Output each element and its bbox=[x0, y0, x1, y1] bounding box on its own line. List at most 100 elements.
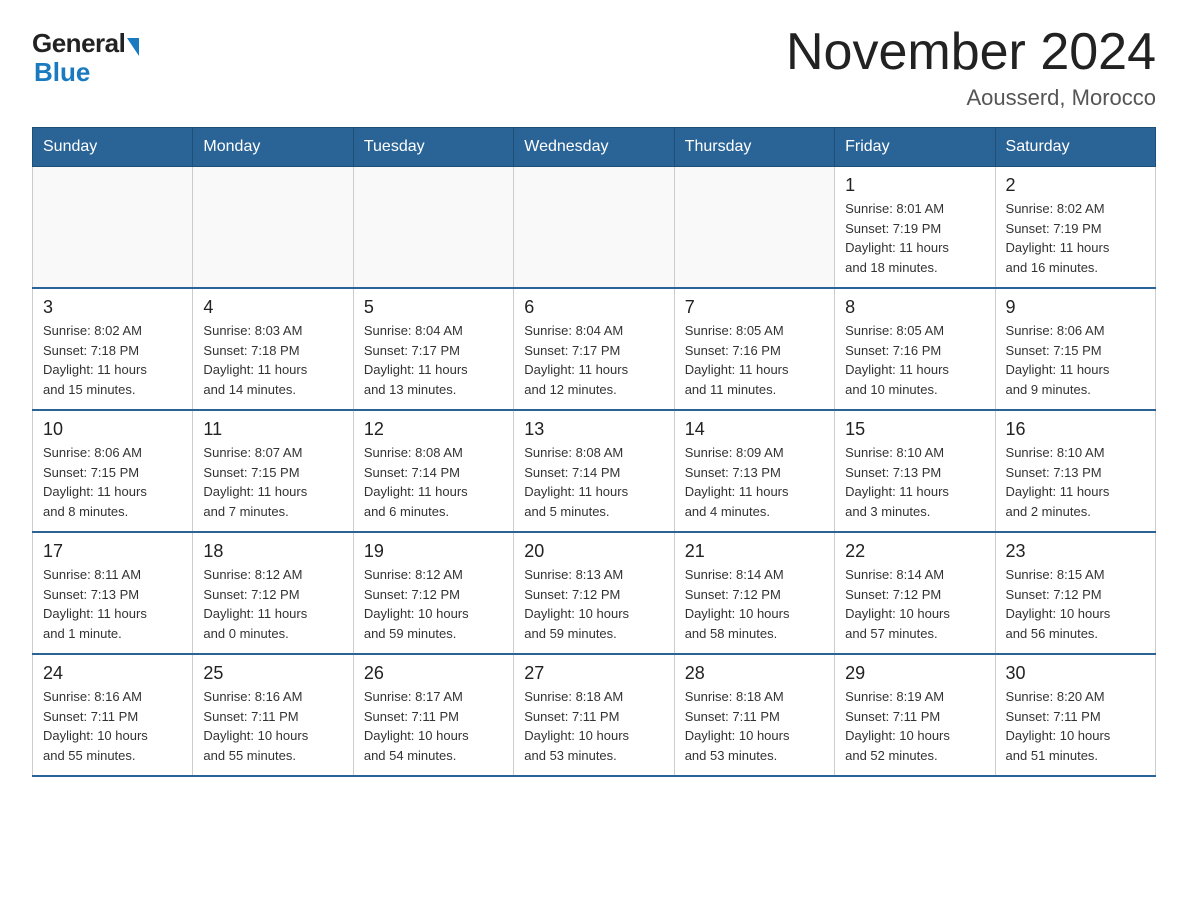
table-row: 29 Sunrise: 8:19 AMSunset: 7:11 PMDayligh… bbox=[835, 654, 995, 776]
day-info: Sunrise: 8:20 AMSunset: 7:11 PMDaylight:… bbox=[1006, 689, 1111, 763]
logo-general-text: General bbox=[32, 28, 125, 59]
day-number: 17 bbox=[43, 541, 182, 562]
day-number: 24 bbox=[43, 663, 182, 684]
table-row: 21 Sunrise: 8:14 AMSunset: 7:12 PMDayligh… bbox=[674, 532, 834, 654]
table-row: 24 Sunrise: 8:16 AMSunset: 7:11 PMDayligh… bbox=[33, 654, 193, 776]
day-info: Sunrise: 8:11 AMSunset: 7:13 PMDaylight:… bbox=[43, 567, 147, 641]
day-info: Sunrise: 8:08 AMSunset: 7:14 PMDaylight:… bbox=[364, 445, 468, 519]
day-number: 2 bbox=[1006, 175, 1145, 196]
table-row: 28Sunrise: 8:18 AMSunset: 7:11 PMDayligh… bbox=[674, 654, 834, 776]
logo-arrow-icon bbox=[127, 38, 139, 56]
table-row: 15 Sunrise: 8:10 AMSunset: 7:13 PMDayligh… bbox=[835, 410, 995, 532]
day-number: 22 bbox=[845, 541, 984, 562]
day-number: 10 bbox=[43, 419, 182, 440]
day-info: Sunrise: 8:06 AMSunset: 7:15 PMDaylight:… bbox=[1006, 323, 1110, 397]
title-block: November 2024 Aousserd, Morocco bbox=[786, 24, 1156, 111]
day-info: Sunrise: 8:10 AMSunset: 7:13 PMDaylight:… bbox=[845, 445, 949, 519]
table-row: 4Sunrise: 8:03 AMSunset: 7:18 PMDaylight… bbox=[193, 288, 353, 410]
day-number: 18 bbox=[203, 541, 342, 562]
day-number: 7 bbox=[685, 297, 824, 318]
day-info: Sunrise: 8:18 AMSunset: 7:11 PMDaylight:… bbox=[524, 689, 629, 763]
table-row bbox=[33, 167, 193, 289]
table-row: 6 Sunrise: 8:04 AMSunset: 7:17 PMDaylight… bbox=[514, 288, 674, 410]
day-number: 16 bbox=[1006, 419, 1145, 440]
col-tuesday: Tuesday bbox=[353, 128, 513, 167]
day-number: 15 bbox=[845, 419, 984, 440]
day-info: Sunrise: 8:14 AMSunset: 7:12 PMDaylight:… bbox=[685, 567, 790, 641]
day-info: Sunrise: 8:16 AMSunset: 7:11 PMDaylight:… bbox=[203, 689, 308, 763]
calendar-week-row: 17 Sunrise: 8:11 AMSunset: 7:13 PMDayligh… bbox=[33, 532, 1156, 654]
table-row: 30Sunrise: 8:20 AMSunset: 7:11 PMDayligh… bbox=[995, 654, 1155, 776]
day-info: Sunrise: 8:08 AMSunset: 7:14 PMDaylight:… bbox=[524, 445, 628, 519]
table-row: 8 Sunrise: 8:05 AMSunset: 7:16 PMDaylight… bbox=[835, 288, 995, 410]
day-number: 4 bbox=[203, 297, 342, 318]
day-info: Sunrise: 8:15 AMSunset: 7:12 PMDaylight:… bbox=[1006, 567, 1111, 641]
day-info: Sunrise: 8:09 AMSunset: 7:13 PMDaylight:… bbox=[685, 445, 789, 519]
col-wednesday: Wednesday bbox=[514, 128, 674, 167]
day-info: Sunrise: 8:07 AMSunset: 7:15 PMDaylight:… bbox=[203, 445, 307, 519]
table-row: 5 Sunrise: 8:04 AMSunset: 7:17 PMDaylight… bbox=[353, 288, 513, 410]
day-number: 1 bbox=[845, 175, 984, 196]
calendar-week-row: 3 Sunrise: 8:02 AMSunset: 7:18 PMDaylight… bbox=[33, 288, 1156, 410]
day-info: Sunrise: 8:10 AMSunset: 7:13 PMDaylight:… bbox=[1006, 445, 1110, 519]
day-info: Sunrise: 8:04 AMSunset: 7:17 PMDaylight:… bbox=[364, 323, 468, 397]
calendar-week-row: 24 Sunrise: 8:16 AMSunset: 7:11 PMDayligh… bbox=[33, 654, 1156, 776]
calendar-header-row: Sunday Monday Tuesday Wednesday Thursday… bbox=[33, 128, 1156, 167]
col-monday: Monday bbox=[193, 128, 353, 167]
logo-blue-text: Blue bbox=[34, 57, 90, 88]
day-info: Sunrise: 8:16 AMSunset: 7:11 PMDaylight:… bbox=[43, 689, 148, 763]
table-row: 27 Sunrise: 8:18 AMSunset: 7:11 PMDayligh… bbox=[514, 654, 674, 776]
day-info: Sunrise: 8:01 AMSunset: 7:19 PMDaylight:… bbox=[845, 201, 949, 275]
day-number: 3 bbox=[43, 297, 182, 318]
col-friday: Friday bbox=[835, 128, 995, 167]
day-info: Sunrise: 8:17 AMSunset: 7:11 PMDaylight:… bbox=[364, 689, 469, 763]
day-number: 19 bbox=[364, 541, 503, 562]
table-row: 9Sunrise: 8:06 AMSunset: 7:15 PMDaylight… bbox=[995, 288, 1155, 410]
day-number: 14 bbox=[685, 419, 824, 440]
day-number: 8 bbox=[845, 297, 984, 318]
col-thursday: Thursday bbox=[674, 128, 834, 167]
day-info: Sunrise: 8:19 AMSunset: 7:11 PMDaylight:… bbox=[845, 689, 950, 763]
day-info: Sunrise: 8:12 AMSunset: 7:12 PMDaylight:… bbox=[203, 567, 307, 641]
table-row: 2 Sunrise: 8:02 AMSunset: 7:19 PMDaylight… bbox=[995, 167, 1155, 289]
day-info: Sunrise: 8:14 AMSunset: 7:12 PMDaylight:… bbox=[845, 567, 950, 641]
table-row: 14 Sunrise: 8:09 AMSunset: 7:13 PMDayligh… bbox=[674, 410, 834, 532]
day-info: Sunrise: 8:13 AMSunset: 7:12 PMDaylight:… bbox=[524, 567, 629, 641]
calendar-title: November 2024 bbox=[786, 24, 1156, 81]
logo: General Blue bbox=[32, 28, 139, 88]
table-row: 26 Sunrise: 8:17 AMSunset: 7:11 PMDayligh… bbox=[353, 654, 513, 776]
day-number: 6 bbox=[524, 297, 663, 318]
table-row bbox=[193, 167, 353, 289]
day-info: Sunrise: 8:06 AMSunset: 7:15 PMDaylight:… bbox=[43, 445, 147, 519]
day-number: 27 bbox=[524, 663, 663, 684]
day-info: Sunrise: 8:02 AMSunset: 7:18 PMDaylight:… bbox=[43, 323, 147, 397]
day-number: 5 bbox=[364, 297, 503, 318]
table-row: 18 Sunrise: 8:12 AMSunset: 7:12 PMDayligh… bbox=[193, 532, 353, 654]
day-info: Sunrise: 8:02 AMSunset: 7:19 PMDaylight:… bbox=[1006, 201, 1110, 275]
table-row: 25 Sunrise: 8:16 AMSunset: 7:11 PMDayligh… bbox=[193, 654, 353, 776]
col-saturday: Saturday bbox=[995, 128, 1155, 167]
day-number: 21 bbox=[685, 541, 824, 562]
day-number: 12 bbox=[364, 419, 503, 440]
table-row: 10 Sunrise: 8:06 AMSunset: 7:15 PMDayligh… bbox=[33, 410, 193, 532]
col-sunday: Sunday bbox=[33, 128, 193, 167]
day-number: 29 bbox=[845, 663, 984, 684]
day-info: Sunrise: 8:04 AMSunset: 7:17 PMDaylight:… bbox=[524, 323, 628, 397]
day-number: 25 bbox=[203, 663, 342, 684]
day-number: 11 bbox=[203, 419, 342, 440]
day-number: 23 bbox=[1006, 541, 1145, 562]
table-row: 7Sunrise: 8:05 AMSunset: 7:16 PMDaylight… bbox=[674, 288, 834, 410]
table-row bbox=[353, 167, 513, 289]
day-number: 28 bbox=[685, 663, 824, 684]
table-row: 20 Sunrise: 8:13 AMSunset: 7:12 PMDayligh… bbox=[514, 532, 674, 654]
day-number: 26 bbox=[364, 663, 503, 684]
table-row: 11 Sunrise: 8:07 AMSunset: 7:15 PMDayligh… bbox=[193, 410, 353, 532]
table-row: 16 Sunrise: 8:10 AMSunset: 7:13 PMDayligh… bbox=[995, 410, 1155, 532]
table-row bbox=[514, 167, 674, 289]
day-number: 20 bbox=[524, 541, 663, 562]
table-row: 17 Sunrise: 8:11 AMSunset: 7:13 PMDayligh… bbox=[33, 532, 193, 654]
calendar-location: Aousserd, Morocco bbox=[786, 85, 1156, 111]
day-info: Sunrise: 8:05 AMSunset: 7:16 PMDaylight:… bbox=[845, 323, 949, 397]
calendar-table: Sunday Monday Tuesday Wednesday Thursday… bbox=[32, 127, 1156, 777]
table-row: 23 Sunrise: 8:15 AMSunset: 7:12 PMDayligh… bbox=[995, 532, 1155, 654]
